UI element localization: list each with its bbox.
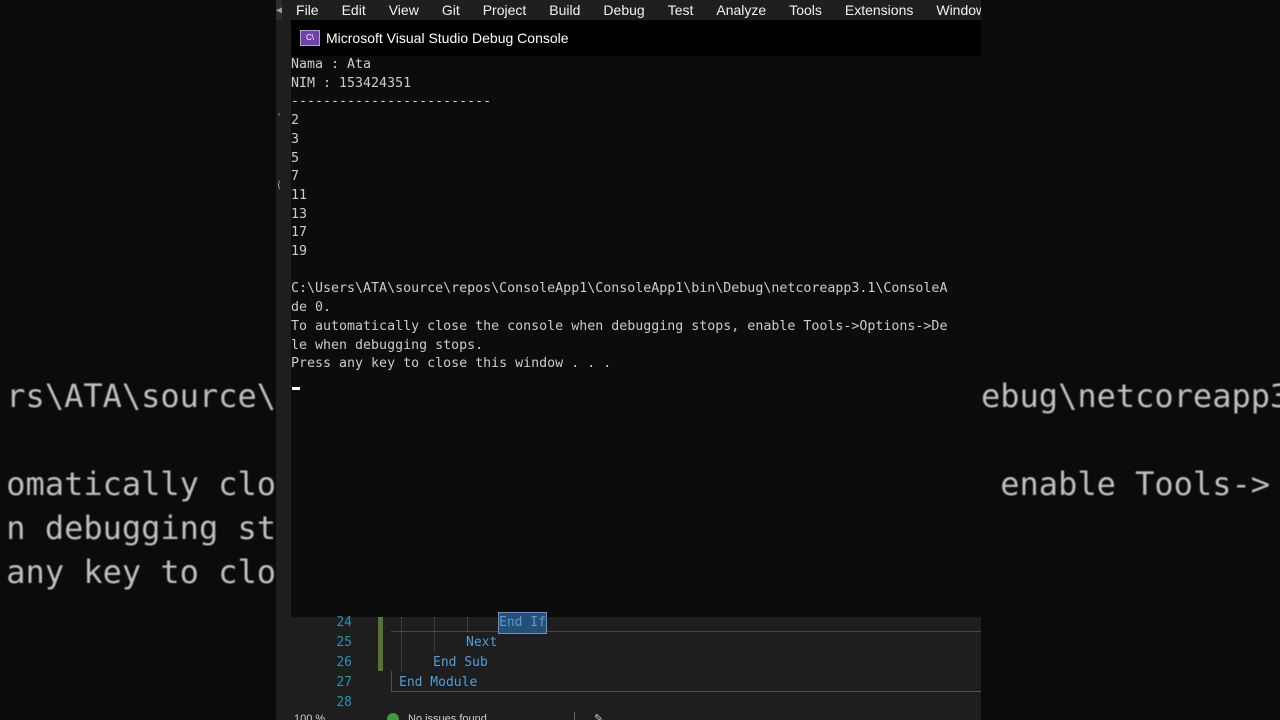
output-line-prime: 2 [291,113,300,129]
output-line-prime: 5 [291,150,300,166]
status-bar: 100 % No issues found ✎ [276,712,981,720]
bg-line: omatically clo [6,465,276,503]
output-line-separator: ------------------------- [291,94,492,110]
output-line-prime: 3 [291,131,300,147]
output-line-prime: 19 [291,244,308,259]
code-end-if[interactable]: End If [498,612,547,634]
bg-line: any key to clo [6,553,276,591]
code-next[interactable]: Next [466,633,497,653]
menu-tools[interactable]: Tools [775,0,831,20]
line-number: 28 [336,695,352,710]
output-line-press-key: Press any key to close this window . . . [291,356,612,372]
code-editor[interactable]: 24 25 26 27 28 End If Next End Sub End M… [291,612,981,720]
bg-line: rs\ATA\source\ [6,377,276,415]
line-number: 24 [336,615,352,630]
menu-analyze[interactable]: Analyze [702,0,775,20]
indent-guide [467,617,468,631]
menu-git[interactable]: Git [428,0,469,20]
indent-guide [434,617,435,651]
output-line-prime: 13 [291,206,308,222]
bg-line: n debugging st [6,509,276,547]
debug-console-window[interactable]: C\ Microsoft Visual Studio Debug Console… [291,20,981,617]
indent-guide [401,617,402,671]
line-number: 27 [336,675,352,690]
current-line-highlight [391,617,981,632]
menu-debug[interactable]: Debug [589,0,653,20]
output-line-auto-close: To automatically close the console when … [291,318,948,334]
output-line-exit-path: C:\Users\ATA\source\repos\ConsoleApp1\Co… [291,281,948,297]
menu-build[interactable]: Build [535,0,589,20]
code-end-module[interactable]: End Module [399,673,477,693]
text-cursor [292,387,300,390]
brush-icon[interactable]: ✎ [594,712,603,720]
menu-file[interactable]: File [282,0,328,20]
console-app-icon: C\ [300,30,320,46]
menu-extensions[interactable]: Extensions [831,0,922,20]
background-zoom-left: rs\ATA\source\ omatically clo n debuggin… [0,0,276,720]
output-line-auto-close-cont: le when debugging stops. [291,337,484,353]
line-number: 25 [336,635,352,650]
module-scope-outline [391,671,981,692]
menu-project[interactable]: Project [469,0,536,20]
bg-line: enable Tools-> [981,465,1270,503]
output-line-prime: 7 [291,169,300,185]
background-zoom-right: ebug\netcoreapp3 enable Tools-> [981,0,1280,720]
zoom-level[interactable]: 100 % [294,712,325,720]
issues-status[interactable]: No issues found [408,712,487,720]
side-marker: ( [276,180,283,191]
output-line-prime: 11 [291,187,308,203]
side-marker: ' [276,112,283,123]
check-icon [387,713,399,720]
output-line-nim: NIM : 153424351 [291,75,412,91]
visual-studio-window: ◀ File Edit View Git Project Build Debug… [276,0,981,720]
menu-view[interactable]: View [375,0,428,20]
output-line-nama: Nama : Ata [291,57,372,72]
console-titlebar[interactable]: C\ Microsoft Visual Studio Debug Console [291,20,981,56]
console-title: Microsoft Visual Studio Debug Console [326,30,569,46]
menu-test[interactable]: Test [654,0,703,20]
output-line-exit-code: de 0. [291,300,332,316]
menu-bar: ◀ File Edit View Git Project Build Debug… [276,0,981,20]
output-line-prime: 17 [291,225,308,241]
code-end-sub[interactable]: End Sub [433,653,488,673]
changed-lines-indicator [378,617,383,671]
status-divider [574,712,575,720]
console-output[interactable]: Nama : Ata NIM : 153424351 -------------… [291,56,981,617]
line-number: 26 [336,655,352,670]
menu-window[interactable]: Window [922,0,981,20]
menu-edit[interactable]: Edit [328,0,375,20]
bg-line: ebug\netcoreapp3 [981,377,1280,415]
